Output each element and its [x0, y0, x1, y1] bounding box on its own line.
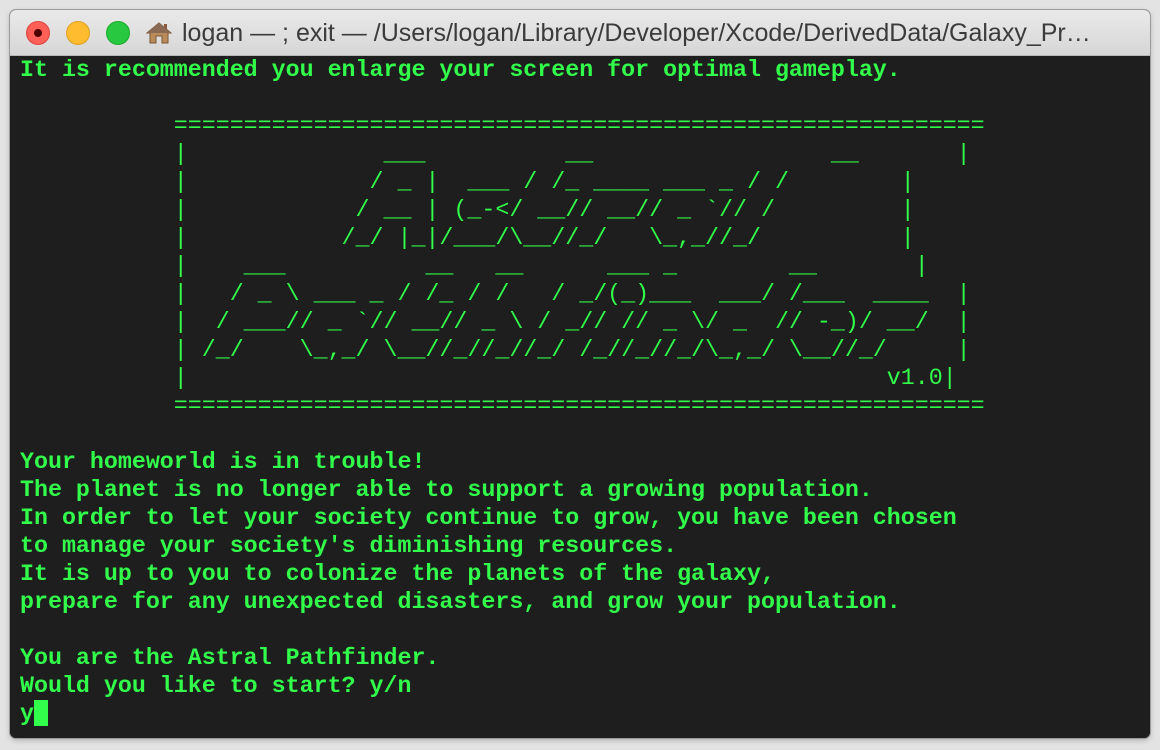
- banner-line: | ___ __ __ |: [20, 141, 971, 167]
- story-line: prepare for any unexpected disasters, an…: [20, 589, 901, 615]
- banner-line: | / __ | (_-</ __// __// _ `// / |: [20, 197, 915, 223]
- story-line: The planet is no longer able to support …: [20, 477, 873, 503]
- terminal-window: logan — ; exit — /Users/logan/Library/De…: [10, 10, 1150, 738]
- banner-line: ========================================…: [20, 113, 985, 139]
- prompt-input[interactable]: y: [20, 701, 34, 727]
- banner-line: ========================================…: [20, 393, 985, 419]
- banner-line: | ___ __ __ ___ _ __ |: [20, 253, 929, 279]
- title-bar[interactable]: logan — ; exit — /Users/logan/Library/De…: [10, 10, 1150, 56]
- banner-line: | /_/ \_,_/ \__//_//_//_/ /_//_//_/\_,_/…: [20, 337, 971, 363]
- window-title-text: logan — ; exit — /Users/logan/Library/De…: [182, 18, 1091, 47]
- terminal-content[interactable]: It is recommended you enlarge your scree…: [10, 56, 1150, 738]
- text-cursor: [33, 700, 48, 726]
- zoom-button[interactable]: [106, 21, 130, 45]
- minimize-button[interactable]: [66, 21, 90, 45]
- story-line: It is up to you to colonize the planets …: [20, 561, 775, 587]
- closing-line: You are the Astral Pathfinder.: [20, 645, 440, 671]
- banner-line: | / _ | ___ / /_ ____ ___ _ / / |: [20, 169, 915, 195]
- closing-text: You are the Astral Pathfinder. Would you…: [20, 644, 1150, 728]
- story-text: Your homeworld is in trouble! The planet…: [20, 448, 1150, 616]
- window-title: logan — ; exit — /Users/logan/Library/De…: [146, 18, 1136, 48]
- home-icon: [146, 22, 172, 44]
- banner-line: | v1.0|: [20, 365, 957, 391]
- screen-size-notice: It is recommended you enlarge your scree…: [20, 57, 901, 83]
- banner-line: | / ___// _ `// __// _ \ / _// // _ \/ _…: [20, 309, 971, 335]
- title-banner: ========================================…: [20, 112, 1150, 420]
- close-button[interactable]: [26, 21, 50, 45]
- story-line: Your homeworld is in trouble!: [20, 449, 426, 475]
- banner-line: | / _ \ ___ _ / /_ / / / _/(_)___ ___/ /…: [20, 281, 971, 307]
- story-line: In order to let your society continue to…: [20, 505, 957, 531]
- banner-line: | /_/ |_|/___/\__//_/ \_,_//_/ |: [20, 225, 915, 251]
- story-line: to manage your society's diminishing res…: [20, 533, 678, 559]
- start-prompt: Would you like to start? y/n: [20, 673, 412, 699]
